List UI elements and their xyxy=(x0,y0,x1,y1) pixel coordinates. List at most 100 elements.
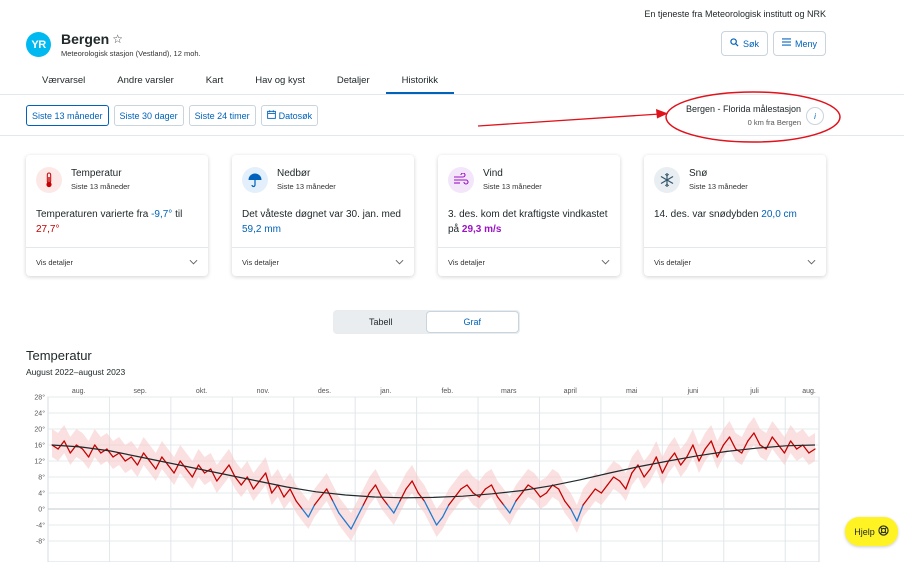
filter-label: Siste 30 dager xyxy=(119,110,178,121)
chart-title: Temperatur xyxy=(26,348,92,363)
show-details-button[interactable]: Vis detaljer xyxy=(26,247,208,276)
tab-table[interactable]: Tabell xyxy=(335,312,427,332)
service-note: En tjeneste fra Meteorologisk institutt … xyxy=(644,9,826,19)
filter-button-1[interactable]: Siste 30 dager xyxy=(113,105,184,126)
card-header: Nedbør Siste 13 måneder xyxy=(232,155,414,193)
search-button[interactable]: Søk xyxy=(721,31,769,56)
month-label: aug. xyxy=(72,388,86,395)
card-summary: Det våteste døgnet var 30. jan. med 59,2… xyxy=(232,193,414,239)
month-label: nov. xyxy=(257,388,270,395)
month-label: aug. xyxy=(802,388,816,395)
tab-kart[interactable]: Kart xyxy=(190,68,239,94)
tab-værvarsel[interactable]: Værvarsel xyxy=(26,68,101,94)
chevron-down-icon xyxy=(601,257,610,267)
station-name: Bergen - Florida målestasjon xyxy=(685,104,801,114)
show-details-label: Vis detaljer xyxy=(448,257,485,267)
max-temp-value: 27,7° xyxy=(36,224,60,235)
card-title: Snø xyxy=(689,168,708,179)
station-info[interactable]: Bergen - Florida målestasjon 0 km fra Be… xyxy=(686,104,801,127)
plot-area xyxy=(47,396,820,562)
view-toggle: Tabell Graf xyxy=(333,310,520,334)
show-details-button[interactable]: Vis detaljer xyxy=(232,247,414,276)
month-label: sep. xyxy=(134,388,147,395)
y-tick-label: 4° xyxy=(38,490,45,498)
card-text: Det våteste døgnet var 30. jan. med xyxy=(242,209,401,220)
thermometer-icon xyxy=(36,167,62,193)
search-label: Søk xyxy=(743,38,760,49)
annotation-arrow-head xyxy=(656,109,668,119)
filter-button-3[interactable]: Datosøk xyxy=(260,105,319,126)
station-info-button[interactable]: i xyxy=(806,107,824,125)
card-summary: Temperaturen varierte fra -9,7° til 27,7… xyxy=(26,193,208,239)
chart-subtitle: August 2022–august 2023 xyxy=(26,367,126,377)
snowflake-icon xyxy=(654,167,680,193)
card-summary: 14. des. var snødybden 20,0 cm xyxy=(644,193,826,239)
yr-logo[interactable]: YR xyxy=(26,32,51,57)
month-label: feb. xyxy=(441,388,453,395)
card-wind: Vind Siste 13 måneder 3. des. kom det kraf… xyxy=(438,155,620,276)
filter-button-2[interactable]: Siste 24 timer xyxy=(188,105,256,126)
month-label: april xyxy=(564,388,578,395)
month-label: juni xyxy=(687,388,699,395)
card-heading: Nedbør Siste 13 måneder xyxy=(277,168,336,191)
temperature-chart[interactable]: 28° 24° 20° 16° 12° 8° 4° 0° -4° -8° aug. sep. okt. n… xyxy=(26,383,826,562)
tab-detaljer[interactable]: Detaljer xyxy=(321,68,386,94)
chevron-down-icon xyxy=(395,257,404,267)
show-details-button[interactable]: Vis detaljer xyxy=(644,247,826,276)
favorite-star-icon[interactable]: ☆ xyxy=(112,32,123,46)
umbrella-icon xyxy=(242,167,268,193)
search-icon xyxy=(730,37,739,50)
help-button[interactable]: Hjelp xyxy=(845,517,898,546)
show-details-label: Vis detaljer xyxy=(36,257,73,267)
card-text: 14. des. var snødybden xyxy=(654,209,762,220)
annotation-arrow-line xyxy=(477,113,661,127)
card-header: Snø Siste 13 måneder xyxy=(644,155,826,193)
chevron-down-icon xyxy=(807,257,816,267)
snow-value: 20,0 cm xyxy=(761,209,797,220)
show-details-button[interactable]: Vis detaljer xyxy=(438,247,620,276)
tab-hav-og-kyst[interactable]: Hav og kyst xyxy=(239,68,321,94)
wind-value: 29,3 m/s xyxy=(461,224,502,235)
card-subtitle: Siste 13 måneder xyxy=(483,182,542,191)
wind-icon xyxy=(448,167,474,193)
hamburger-icon xyxy=(782,38,791,49)
location-info: Bergen ☆ Meteorologisk stasjon (Vestland… xyxy=(61,31,201,58)
filter-button-0[interactable]: Siste 13 måneder xyxy=(26,105,109,126)
month-label: des. xyxy=(318,388,331,395)
month-label: mai xyxy=(626,388,638,395)
tab-historikk[interactable]: Historikk xyxy=(385,68,455,94)
calendar-icon xyxy=(266,110,276,121)
tabs-divider xyxy=(0,94,904,95)
month-label: juli xyxy=(749,388,759,395)
card-summary: 3. des. kom det kraftigste vindkastet på… xyxy=(438,193,620,239)
card-title: Temperatur xyxy=(71,168,122,179)
card-heading: Snø Siste 13 måneder xyxy=(689,168,748,191)
y-tick-label: -4° xyxy=(36,522,45,530)
lifebuoy-icon xyxy=(878,524,889,539)
filter-label: Siste 24 timer xyxy=(194,110,250,121)
menu-label: Meny xyxy=(795,38,818,49)
y-tick-label: 24° xyxy=(34,410,45,418)
card-precipitation: Nedbør Siste 13 måneder Det våteste døgnet… xyxy=(232,155,414,276)
chevron-down-icon xyxy=(189,257,198,267)
card-title: Vind xyxy=(483,168,503,179)
y-tick-label: 28° xyxy=(34,394,45,402)
y-tick-label: 0° xyxy=(38,506,45,514)
month-label: jan. xyxy=(379,388,391,395)
card-text: til xyxy=(172,209,183,220)
help-label: Hjelp xyxy=(854,526,875,537)
card-text: Temperaturen varierte fra xyxy=(36,209,152,220)
show-details-label: Vis detaljer xyxy=(654,257,691,267)
tab-andre-varsler[interactable]: Andre varsler xyxy=(101,68,190,94)
precipitation-value: 59,2 mm xyxy=(242,224,281,235)
location-title-row: Bergen ☆ xyxy=(61,31,201,47)
card-subtitle: Siste 13 måneder xyxy=(277,182,336,191)
tab-graph[interactable]: Graf xyxy=(426,312,518,332)
menu-button[interactable]: Meny xyxy=(773,31,827,56)
location-subtitle: Meteorologisk stasjon (Vestland), 12 moh… xyxy=(61,49,201,58)
y-tick-label: 12° xyxy=(34,458,45,466)
card-subtitle: Siste 13 måneder xyxy=(689,182,748,191)
brand: YR Bergen ☆ Meteorologisk stasjon (Vestl… xyxy=(26,31,201,58)
card-subtitle: Siste 13 måneder xyxy=(71,182,130,191)
show-details-label: Vis detaljer xyxy=(242,257,279,267)
